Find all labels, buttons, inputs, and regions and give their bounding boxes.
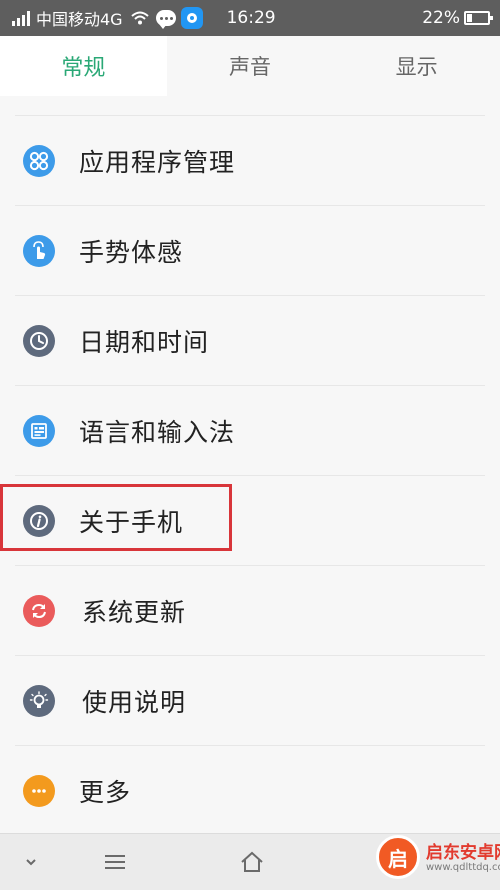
carrier-name: 中国移动4G [36, 10, 123, 29]
list-item-system-update[interactable]: 系统更新 [15, 566, 485, 656]
list-item-user-guide[interactable]: 使用说明 [15, 656, 485, 746]
tab-display[interactable]: 显示 [333, 36, 500, 96]
update-icon [23, 594, 55, 627]
keyboard-icon [23, 414, 55, 447]
battery-icon [464, 11, 493, 25]
signal-icon [12, 10, 30, 26]
item-label: 系统更新 [82, 597, 187, 627]
list-item-more[interactable]: 更多 [15, 746, 485, 835]
item-label: 手势体感 [79, 237, 184, 267]
item-label: 应用程序管理 [79, 147, 236, 177]
tab-general[interactable]: 常规 [0, 36, 167, 96]
more-icon [23, 774, 55, 807]
chevron-down-icon[interactable] [16, 848, 46, 876]
item-label: 语言和输入法 [79, 417, 236, 447]
list-item-app-management[interactable]: 应用程序管理 [15, 116, 485, 206]
apps-icon [23, 144, 55, 177]
clock-time: 16:29 [226, 8, 276, 28]
clock-icon [23, 324, 55, 357]
list-item-date-time[interactable]: 日期和时间 [15, 296, 485, 386]
message-icon [155, 10, 176, 29]
status-bar: 中国移动4G 16:29 22% [0, 0, 500, 36]
watermark-url: www.qdlttdq.com [426, 862, 500, 873]
app-notification-icon [180, 7, 203, 29]
list-item-language-input[interactable]: 语言和输入法 [15, 386, 485, 476]
battery-percent: 22% [422, 8, 460, 28]
watermark-logo-icon: 启 [376, 835, 420, 879]
item-label: 更多 [79, 777, 132, 807]
settings-list: 应用程序管理 手势体感 日期和时间 语言和输入法 关于手机 系统更新 使用说明 … [15, 115, 485, 835]
home-icon[interactable] [237, 848, 267, 876]
tab-sound[interactable]: 声音 [167, 36, 334, 96]
wifi-icon [130, 11, 149, 25]
watermark-title: 启东安卓网 [426, 843, 500, 863]
watermark: 启 启东安卓网 www.qdlttdq.com [364, 829, 500, 889]
item-label: 日期和时间 [79, 327, 210, 357]
list-item-gestures[interactable]: 手势体感 [15, 206, 485, 296]
settings-tabs: 常规 声音 显示 [0, 36, 500, 96]
lightbulb-icon [23, 684, 55, 717]
item-label: 使用说明 [82, 687, 187, 717]
gesture-icon [23, 234, 55, 267]
menu-icon[interactable] [100, 848, 130, 876]
highlight-box-about-phone [0, 484, 232, 551]
